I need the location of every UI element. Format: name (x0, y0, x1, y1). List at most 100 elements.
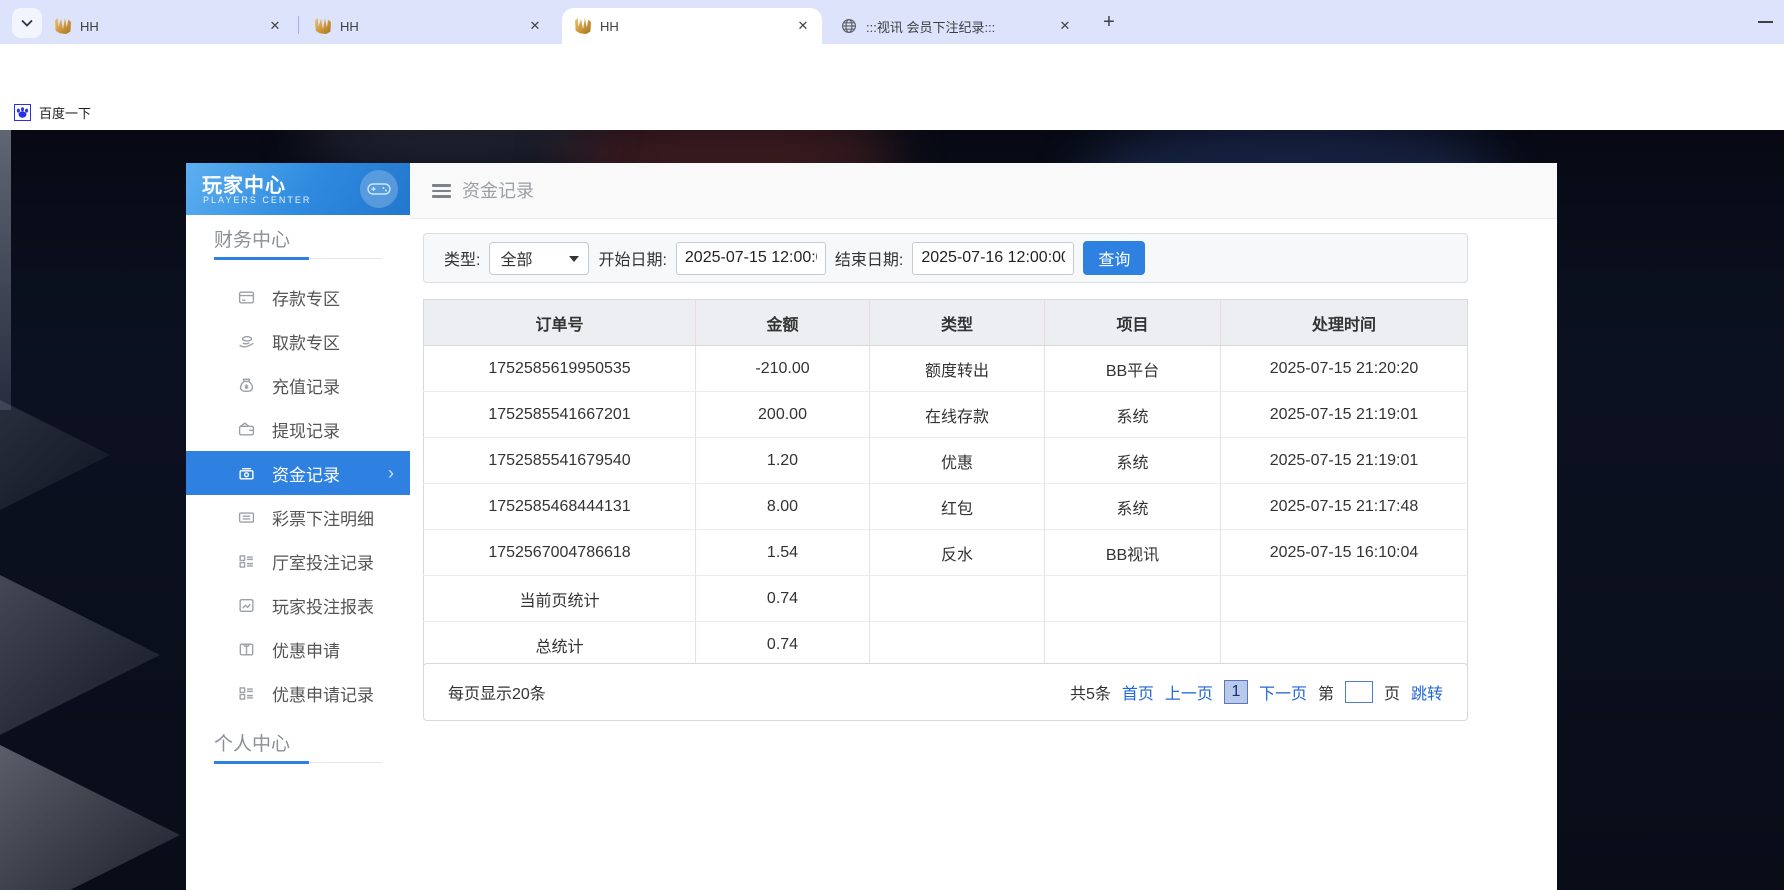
table-cell: BB视讯 (1045, 530, 1221, 576)
sidebar-menu: 存款专区取款专区充值记录提现记录资金记录 › 彩票下注明细厅室投注记录玩家投注报表优… (186, 275, 410, 715)
table-cell: 在线存款 (870, 392, 1045, 438)
sidebar-item-5[interactable]: 彩票下注明细 (186, 495, 410, 539)
window-minimize-button[interactable] (1758, 21, 1773, 23)
end-date-input[interactable] (912, 242, 1074, 275)
tab-separator (298, 16, 299, 34)
bookmark-baidu[interactable]: 百度一下 (14, 103, 91, 122)
table-row: 1752585541667201200.00在线存款系统2025-07-15 2… (424, 392, 1468, 438)
type-select[interactable]: 全部 (489, 242, 589, 275)
table-cell: 1752567004786618 (424, 530, 696, 576)
jump-page-input[interactable] (1345, 681, 1373, 703)
hamburger-icon[interactable] (432, 184, 451, 198)
table-cell: 反水 (870, 530, 1045, 576)
sidebar-item-label: 彩票下注明细 (272, 505, 374, 530)
table-cell (870, 576, 1045, 622)
hall-bet-list-icon (238, 552, 256, 570)
chevron-down-icon (21, 19, 33, 27)
table-cell: 2025-07-15 21:20:20 (1221, 346, 1468, 392)
table-cell: 红包 (870, 484, 1045, 530)
browser-toolbar: 78686.tv/hhcp/usercenter.html?iniType=6 (0, 44, 1784, 94)
table-row: 17525854684441318.00红包系统2025-07-15 21:17… (424, 484, 1468, 530)
sidebar-item-label: 厅室投注记录 (272, 549, 374, 574)
bookmark-label: 百度一下 (39, 103, 91, 122)
sidebar-item-2[interactable]: 充值记录 (186, 363, 410, 407)
table-cell: 200.00 (696, 392, 870, 438)
table-cell: 8.00 (696, 484, 870, 530)
table-cell: 系统 (1045, 392, 1221, 438)
tab-close-icon[interactable]: ✕ (526, 17, 544, 35)
table-cell: 2025-07-15 16:10:04 (1221, 530, 1468, 576)
table-header-cell: 订单号 (424, 300, 696, 346)
prev-page-link[interactable]: 上一页 (1165, 680, 1213, 704)
table-cell (1221, 576, 1468, 622)
gamepad-icon (360, 170, 398, 208)
table-row: 17525855416795401.20优惠系统2025-07-15 21:19… (424, 438, 1468, 484)
table-row: 17525670047866181.54反水BB视讯2025-07-15 16:… (424, 530, 1468, 576)
table-cell: 1752585541667201 (424, 392, 696, 438)
type-label: 类型: (444, 246, 480, 270)
table-cell: -210.00 (696, 346, 870, 392)
next-page-link[interactable]: 下一页 (1259, 680, 1307, 704)
sidebar-item-0[interactable]: 存款专区 (186, 275, 410, 319)
hh-gold-icon (55, 18, 71, 34)
sidebar-item-4[interactable]: 资金记录 › (186, 451, 410, 495)
hh-gold-icon (575, 18, 591, 34)
chevron-right-icon: › (388, 463, 394, 484)
table-row: 1752585619950535-210.00额度转出BB平台2025-07-1… (424, 346, 1468, 392)
tab-title: HH (80, 19, 266, 34)
table-header-cell: 类型 (870, 300, 1045, 346)
sidebar-item-9[interactable]: 优惠申请记录 (186, 671, 410, 715)
tab-search-button[interactable] (12, 8, 42, 38)
section-personal-title: 个人中心 (214, 729, 290, 756)
table-header-cell: 处理时间 (1221, 300, 1468, 346)
sidebar-item-label: 资金记录 (272, 461, 340, 486)
table-header-row: 订单号金额类型项目处理时间 (424, 300, 1468, 346)
tab-close-icon[interactable]: ✕ (794, 17, 812, 35)
sidebar-header: 玩家中心 PLAYERS CENTER (186, 163, 410, 215)
current-page-badge[interactable]: 1 (1224, 680, 1248, 704)
section-divider (214, 258, 382, 259)
tab-hh-2[interactable]: HH ✕ (302, 8, 554, 44)
pagination-bar: 每页显示20条 共5条 首页 上一页 1 下一页 第 页 跳转 (423, 663, 1468, 721)
table-cell: 系统 (1045, 484, 1221, 530)
tab-close-icon[interactable]: ✕ (266, 17, 284, 35)
tab-video-records[interactable]: :::视讯 会员下注纪录::: ✕ (828, 8, 1084, 44)
sidebar-item-8[interactable]: 优惠申请 (186, 627, 410, 671)
table-cell: 1752585468444131 (424, 484, 696, 530)
sidebar-item-7[interactable]: 玩家投注报表 (186, 583, 410, 627)
tab-close-icon[interactable]: ✕ (1056, 17, 1074, 35)
funds-record-table: 订单号金额类型项目处理时间 1752585619950535-210.00额度转… (423, 299, 1468, 668)
globe-icon (841, 18, 857, 34)
withdraw-hand-icon (238, 332, 256, 350)
deposit-card-icon (238, 288, 256, 306)
table-cell: 0.74 (696, 576, 870, 622)
start-date-label: 开始日期: (598, 246, 666, 270)
section-finance-title: 财务中心 (214, 225, 290, 252)
jump-button[interactable]: 跳转 (1411, 680, 1443, 704)
tab-hh-3-active[interactable]: HH ✕ (562, 8, 822, 44)
browser-tabstrip: HH ✕ HH ✕ HH ✕ :::视讯 会员下注纪录::: ✕ + (0, 0, 1784, 44)
sidebar-item-label: 玩家投注报表 (272, 593, 374, 618)
bg-polygon (0, 710, 180, 890)
funds-record-icon (238, 464, 256, 482)
sidebar-item-1[interactable]: 取款专区 (186, 319, 410, 363)
search-button[interactable]: 查询 (1083, 241, 1145, 275)
chevron-down-icon (569, 256, 579, 262)
player-center-sidebar: 玩家中心 PLAYERS CENTER 财务中心 存款专区取款专区充值记录提现记… (186, 163, 410, 890)
new-tab-button[interactable]: + (1096, 10, 1122, 36)
table-cell: 2025-07-15 21:17:48 (1221, 484, 1468, 530)
hh-gold-icon (315, 18, 331, 34)
sidebar-item-6[interactable]: 厅室投注记录 (186, 539, 410, 583)
table-cell (1045, 576, 1221, 622)
sidebar-item-3[interactable]: 提现记录 (186, 407, 410, 451)
table-cell: 当前页统计 (424, 576, 696, 622)
table-header-cell: 项目 (1045, 300, 1221, 346)
start-date-input[interactable] (676, 242, 826, 275)
first-page-link[interactable]: 首页 (1122, 680, 1154, 704)
table-cell: 系统 (1045, 438, 1221, 484)
tab-title: :::视讯 会员下注纪录::: (866, 17, 1056, 36)
table-cell (870, 622, 1045, 668)
table-cell: BB平台 (1045, 346, 1221, 392)
tab-hh-1[interactable]: HH ✕ (42, 8, 294, 44)
bg-left-strip (0, 130, 11, 410)
